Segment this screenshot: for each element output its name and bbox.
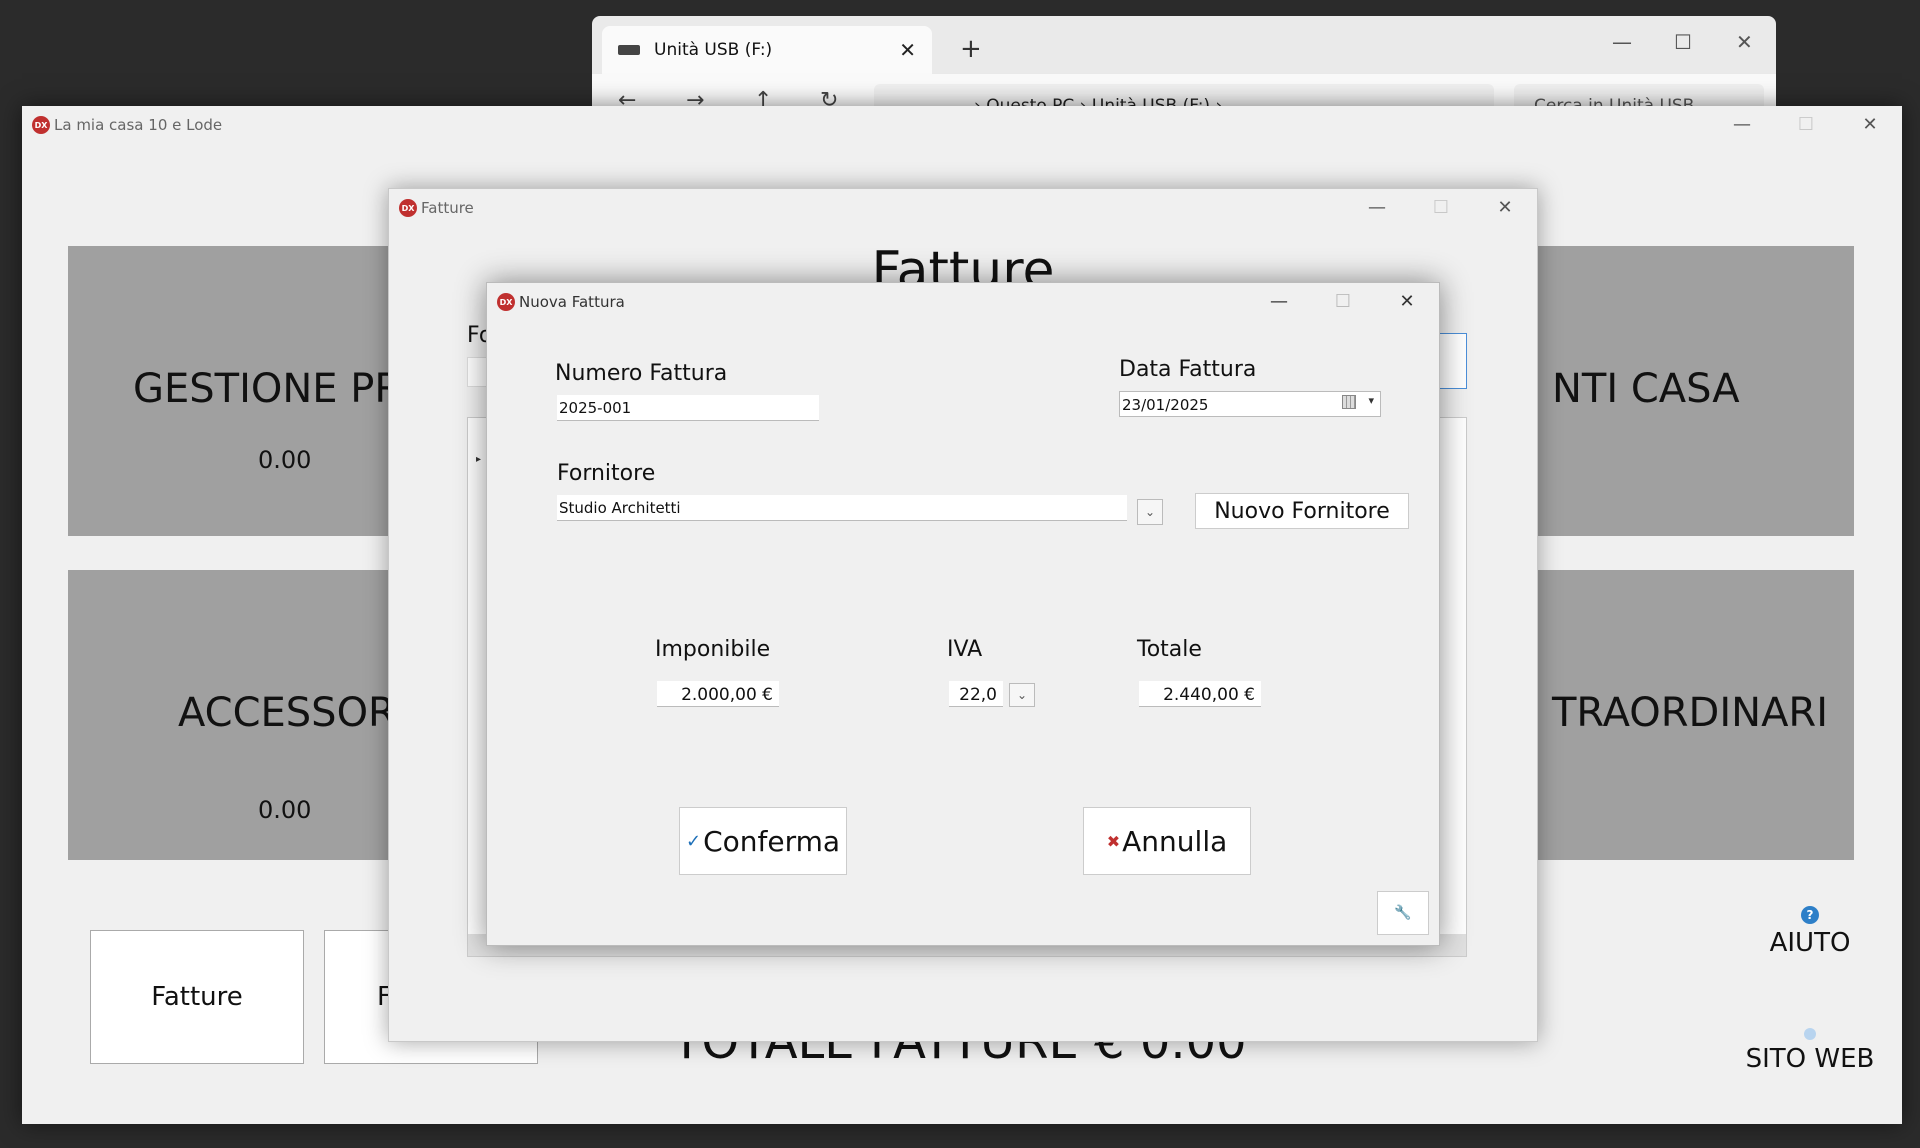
check-icon: ✓ [685, 830, 702, 852]
fatture-window-title: Fatture [421, 199, 474, 217]
chevron-down-icon[interactable]: ⌄ [1137, 499, 1163, 525]
close-icon[interactable]: ✕ [1375, 283, 1439, 321]
explorer-tab-title: Unità USB (F:) [654, 40, 773, 60]
nuovo-fornitore-button[interactable]: Nuovo Fornitore [1195, 493, 1409, 529]
website-label: SITO WEB [1745, 1044, 1875, 1074]
minimize-icon[interactable]: — [1247, 283, 1311, 321]
tile-label: TRAORDINARI [1552, 690, 1829, 736]
main-titlebar: DX La mia casa 10 e Lode — ☐ ✕ [22, 106, 1902, 144]
conferma-button[interactable]: ✓ Conferma [679, 807, 847, 875]
data-fattura-input[interactable]: 23/01/2025 ▾ [1119, 391, 1381, 417]
app-logo-icon: DX [497, 293, 515, 311]
data-fattura-label: Data Fattura [1119, 357, 1257, 382]
fatture-titlebar: DX Fatture — ☐ ✕ [389, 189, 1537, 227]
calendar-icon[interactable] [1342, 395, 1356, 409]
maximize-icon[interactable]: ☐ [1311, 283, 1375, 321]
website-link[interactable]: SITO WEB [1740, 1028, 1880, 1074]
new-tab-button[interactable]: + [960, 34, 982, 64]
maximize-icon[interactable]: ☐ [1409, 189, 1473, 227]
maximize-icon[interactable]: ☐ [1674, 30, 1692, 54]
close-tab-icon[interactable]: ✕ [899, 38, 916, 62]
usb-drive-icon [618, 45, 640, 55]
help-link[interactable]: ? AIUTO [1740, 906, 1880, 958]
annulla-label: Annulla [1122, 824, 1228, 858]
data-fattura-value: 23/01/2025 [1122, 396, 1209, 414]
row-indicator-icon: ▸ [476, 454, 482, 465]
imponibile-input[interactable]: 2.000,00 € [657, 681, 779, 707]
chevron-down-icon[interactable]: ▾ [1368, 394, 1374, 407]
totale-label: Totale [1137, 637, 1202, 662]
help-icon: ? [1801, 906, 1819, 924]
minimize-icon[interactable]: — [1710, 106, 1774, 144]
minimize-icon[interactable]: — [1612, 30, 1632, 54]
iva-label: IVA [947, 637, 983, 662]
numero-fattura-label: Numero Fattura [555, 361, 728, 386]
fornitore-combo[interactable]: Studio Architetti [557, 495, 1127, 521]
totale-input[interactable]: 2.440,00 € [1139, 681, 1261, 707]
cancel-icon: ✖ [1106, 831, 1121, 851]
close-icon[interactable]: ✕ [1736, 30, 1753, 54]
numero-fattura-input[interactable]: 2025-001 [557, 395, 819, 421]
fornitore-label: Fornitore [557, 461, 656, 486]
tile-label: NTI CASA [1552, 366, 1740, 412]
dialog-titlebar: DX Nuova Fattura — ☐ ✕ [487, 283, 1439, 321]
dialog-title: Nuova Fattura [519, 293, 625, 311]
conferma-label: Conferma [703, 824, 841, 858]
main-window-title: La mia casa 10 e Lode [54, 116, 223, 134]
annulla-button[interactable]: ✖ Annulla [1083, 807, 1251, 875]
maximize-icon[interactable]: ☐ [1774, 106, 1838, 144]
close-icon[interactable]: ✕ [1473, 189, 1537, 227]
wrench-icon[interactable]: 🔧 [1377, 891, 1429, 935]
tile-straordinari[interactable]: TRAORDINARI [1532, 570, 1854, 860]
close-icon[interactable]: ✕ [1838, 106, 1902, 144]
help-label: AIUTO [1769, 928, 1851, 958]
nuova-fattura-dialog: DX Nuova Fattura — ☐ ✕ Numero Fattura 20… [486, 282, 1440, 946]
tile-impianti-casa[interactable]: NTI CASA [1532, 246, 1854, 536]
explorer-tab[interactable]: Unità USB (F:) ✕ [602, 26, 932, 74]
imponibile-label: Imponibile [655, 637, 771, 662]
app-logo-icon: DX [399, 199, 417, 217]
iva-input[interactable]: 22,0 [949, 681, 1003, 707]
chevron-down-icon[interactable]: ⌄ [1009, 683, 1035, 707]
app-logo-icon: DX [32, 116, 50, 134]
minimize-icon[interactable]: — [1345, 189, 1409, 227]
globe-icon [1804, 1028, 1816, 1040]
fatture-nav-button[interactable]: Fatture [90, 930, 304, 1064]
